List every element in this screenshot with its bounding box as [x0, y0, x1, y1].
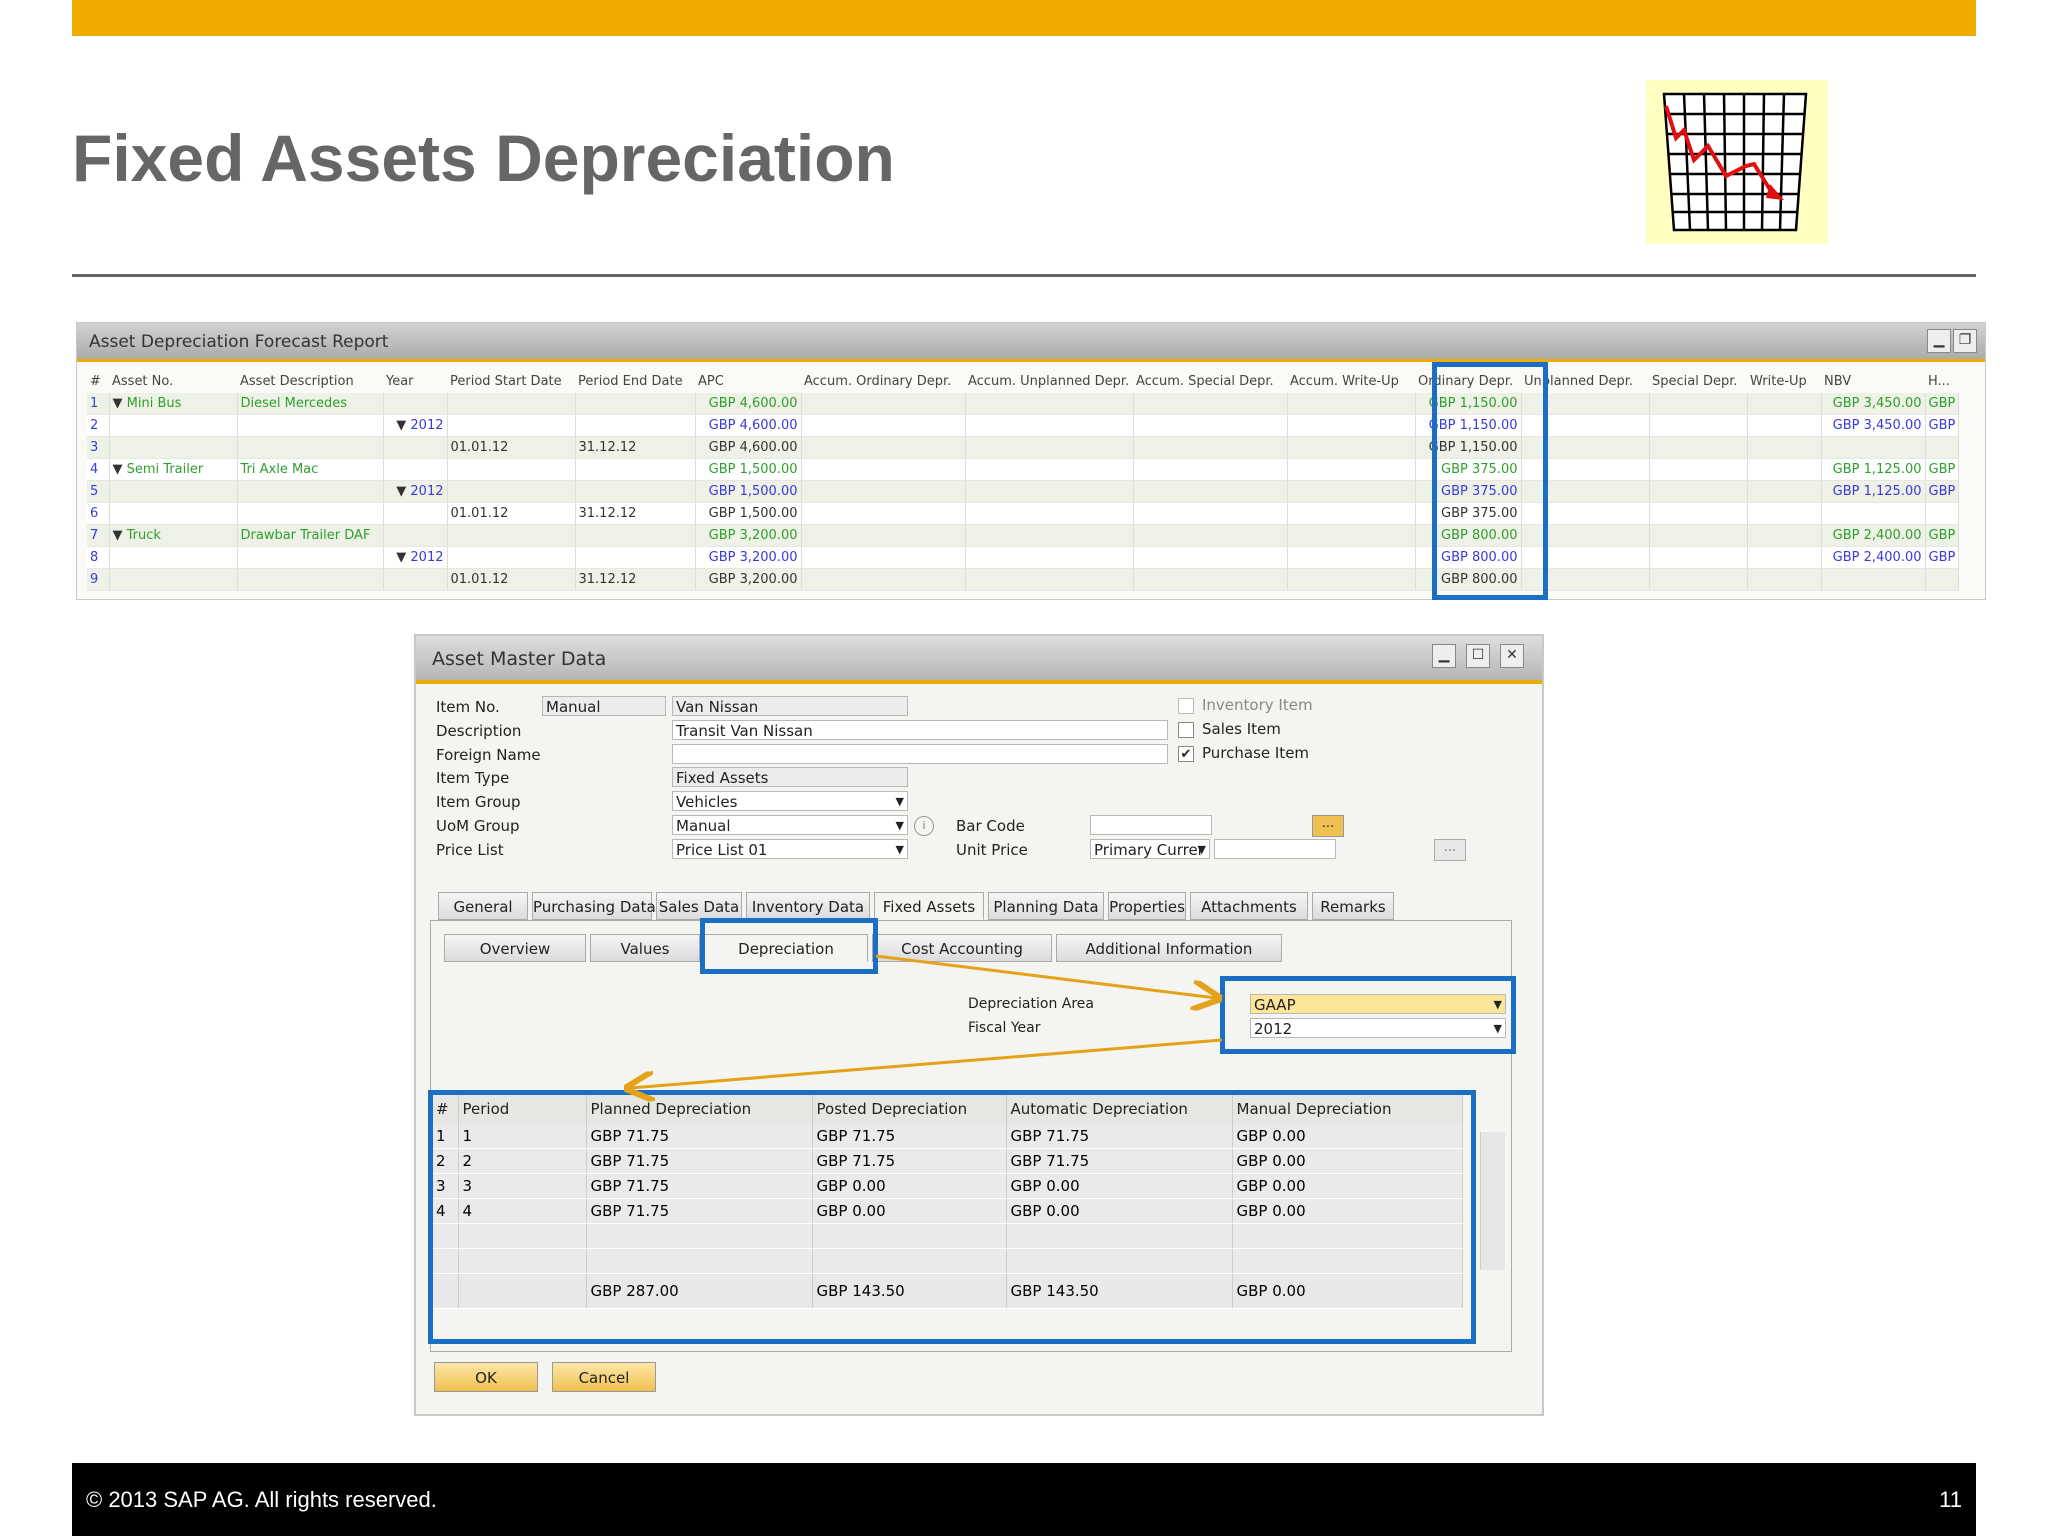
arrow-to-grid: [630, 1038, 1223, 1088]
annotation-arrows: [0, 954, 2048, 1536]
arrow-to-depreciation-area: [875, 954, 1216, 998]
copyright-text: © 2013 SAP AG. All rights reserved.: [86, 1487, 437, 1512]
page-number: 11: [1939, 1487, 1962, 1512]
slide-footer: © 2013 SAP AG. All rights reserved. 11: [72, 1463, 1976, 1536]
